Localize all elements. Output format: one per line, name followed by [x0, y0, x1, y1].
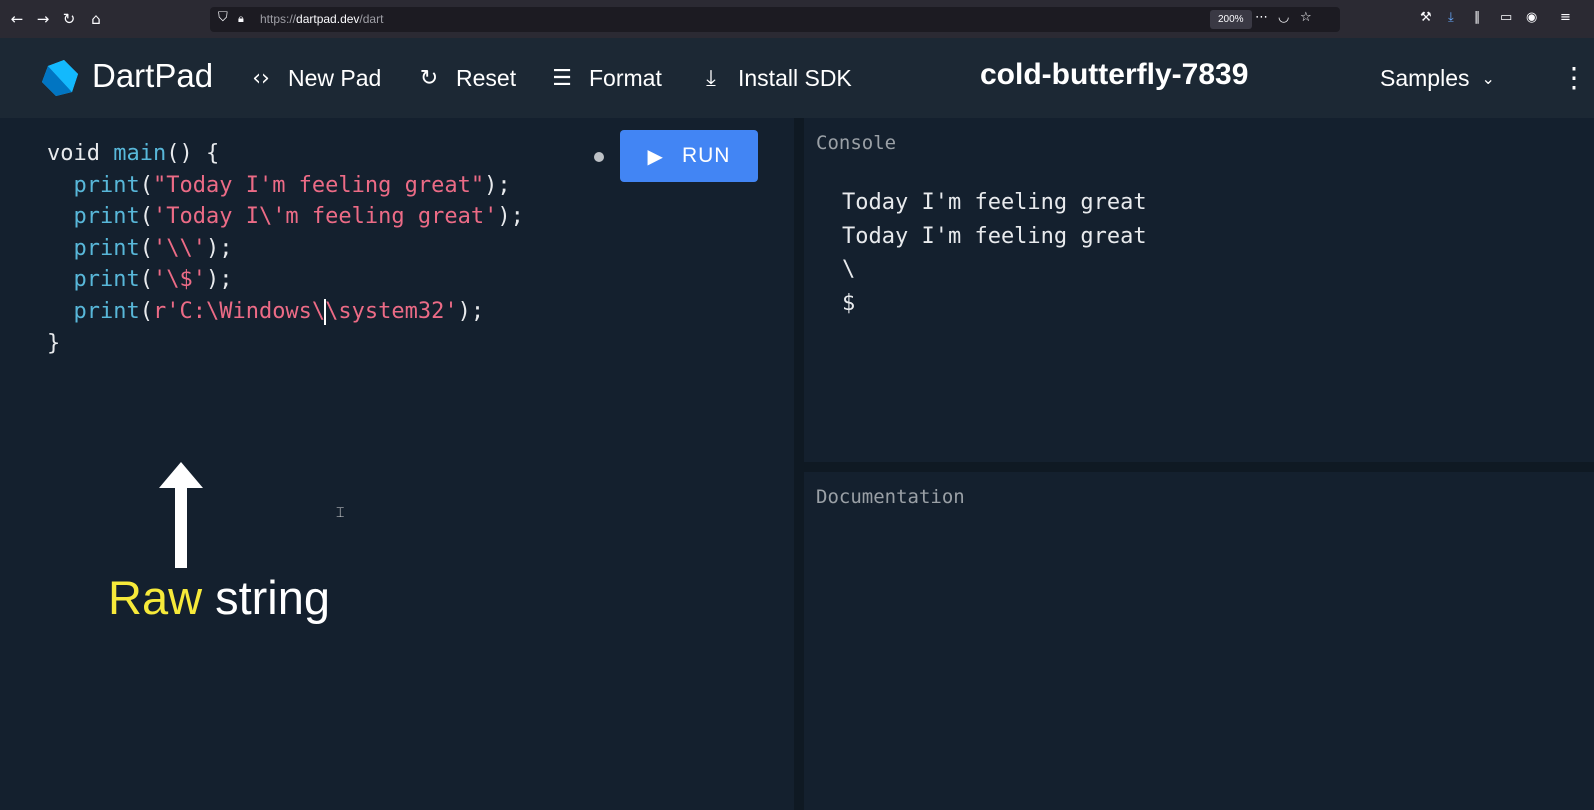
- install-sdk-label: Install SDK: [738, 64, 852, 91]
- console-title: Console: [816, 132, 897, 154]
- code-line[interactable]: print(r'C:\Windows\\system32');: [47, 298, 484, 325]
- status-indicator: [594, 152, 604, 162]
- code-line[interactable]: print("Today I'm feeling great");: [47, 173, 511, 198]
- url-bar[interactable]: ⛉ 🔒︎ https://dartpad.dev/dart 200% ⋯ ◡ ☆: [210, 7, 1340, 32]
- pane-splitter[interactable]: [794, 118, 804, 810]
- account-icon[interactable]: ◉: [1526, 10, 1537, 25]
- forward-icon[interactable]: →: [32, 8, 54, 30]
- code-line[interactable]: void main() {: [47, 141, 219, 166]
- console-output: Today I'm feeling great Today I'm feelin…: [842, 186, 1147, 320]
- refresh-icon: ↻: [419, 65, 439, 91]
- library-icon[interactable]: ∥: [1474, 10, 1481, 25]
- browser-toolbar: ← → ↻ ⌂ ⛉ 🔒︎ https://dartpad.dev/dart 20…: [0, 0, 1594, 39]
- run-label: RUN: [681, 144, 731, 167]
- pocket-icon[interactable]: ◡: [1278, 10, 1289, 25]
- lock-icon[interactable]: 🔒︎: [238, 12, 244, 26]
- pane-splitter-horizontal[interactable]: [804, 462, 1594, 472]
- shield-icon[interactable]: ⛉: [218, 10, 228, 25]
- menu-icon[interactable]: ≡: [1560, 10, 1571, 25]
- samples-dropdown[interactable]: Samples ⌄: [1380, 60, 1495, 96]
- console-line: $: [842, 290, 856, 316]
- play-icon: ▶: [647, 144, 664, 168]
- mouse-ibeam-icon: ⌶: [336, 505, 345, 521]
- documentation-title: Documentation: [816, 486, 965, 508]
- align-left-icon: ☰: [552, 65, 572, 91]
- url-text[interactable]: https://dartpad.dev/dart: [260, 12, 383, 26]
- download-icon: ⤓: [706, 65, 716, 91]
- console-line: Today I'm feeling great: [842, 190, 1147, 215]
- samples-label: Samples: [1380, 64, 1470, 91]
- code-editor[interactable]: void main() { print("Today I'm feeling g…: [0, 118, 794, 810]
- annotation-caption: Raw string: [108, 570, 330, 625]
- pad-name[interactable]: cold-butterfly-7839: [980, 58, 1248, 92]
- code-brackets-icon: ‹›: [252, 65, 270, 91]
- annotation-text: string: [215, 571, 331, 624]
- reload-icon[interactable]: ↻: [58, 8, 80, 30]
- page-actions-icon[interactable]: ⋯: [1255, 10, 1268, 25]
- chevron-down-icon: ⌄: [1481, 68, 1495, 88]
- format-label: Format: [589, 64, 662, 91]
- reset-label: Reset: [456, 64, 517, 91]
- code-area[interactable]: void main() { print("Today I'm feeling g…: [47, 138, 524, 359]
- tools-icon[interactable]: ⚒: [1420, 10, 1432, 25]
- format-button[interactable]: ☰ Format: [549, 60, 662, 96]
- arrow-up-icon: [159, 462, 203, 568]
- app-title: DartPad: [92, 57, 214, 94]
- back-icon[interactable]: ←: [6, 8, 28, 30]
- app-header: DartPad ‹› New Pad ↻ Reset ☰ Format ⤓ In…: [0, 38, 1594, 118]
- run-button[interactable]: ▶ RUN: [620, 130, 758, 182]
- home-icon[interactable]: ⌂: [85, 8, 107, 30]
- dart-logo-icon: [42, 60, 78, 96]
- new-pad-button[interactable]: ‹› New Pad: [248, 60, 381, 96]
- annotation-highlight: Raw: [108, 571, 203, 624]
- new-pad-label: New Pad: [288, 64, 382, 91]
- code-line[interactable]: print('\$');: [47, 267, 233, 292]
- downloads-icon[interactable]: ⤓: [1448, 10, 1454, 25]
- bookmark-star-icon[interactable]: ☆: [1300, 10, 1312, 25]
- documentation-pane: Documentation: [804, 472, 1594, 810]
- reset-button[interactable]: ↻ Reset: [416, 60, 516, 96]
- code-line[interactable]: print('Today I\'m feeling great');: [47, 204, 524, 229]
- text-cursor: [324, 298, 327, 325]
- zoom-level[interactable]: 200%: [1210, 10, 1252, 29]
- console-pane: Console Today I'm feeling great Today I'…: [804, 118, 1594, 462]
- sidebar-icon[interactable]: ▭: [1500, 10, 1512, 25]
- code-line[interactable]: print('\\');: [47, 236, 233, 261]
- console-line: Today I'm feeling great: [842, 223, 1147, 249]
- more-vert-icon[interactable]: ⋮: [1560, 58, 1588, 98]
- install-sdk-button[interactable]: ⤓ Install SDK: [698, 60, 852, 96]
- code-line[interactable]: }: [47, 331, 60, 356]
- console-line: \: [842, 257, 856, 282]
